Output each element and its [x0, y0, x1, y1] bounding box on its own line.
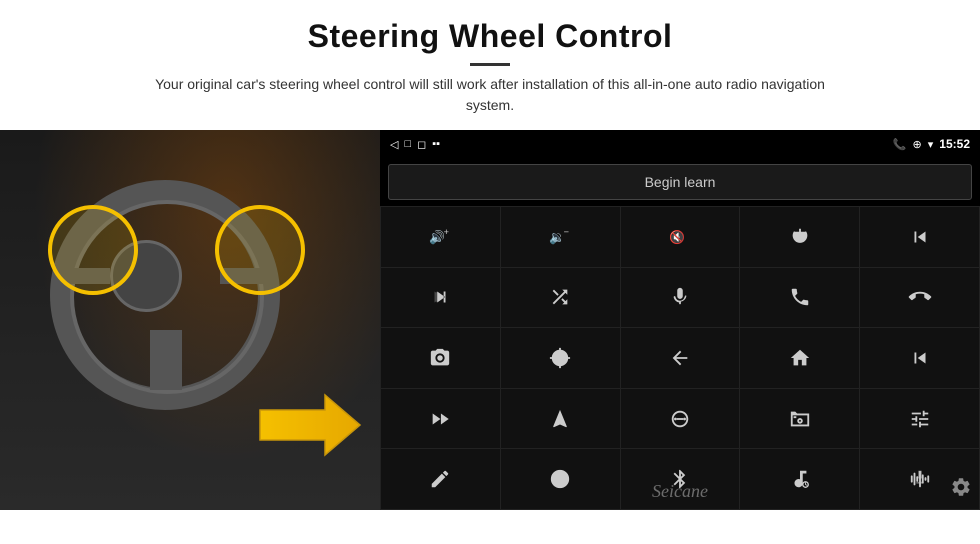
phone-answer-button[interactable] [740, 268, 859, 328]
android-panel: ◁ □ ◻ ▪▪ 📞 ⊕ ▾ 15:52 Begin lear [380, 130, 980, 510]
music-settings-button[interactable] [740, 449, 859, 509]
page-title: Steering Wheel Control [60, 18, 920, 55]
radio-button[interactable] [740, 389, 859, 449]
skip-back-button[interactable] [860, 328, 979, 388]
highlight-right-buttons [215, 205, 305, 295]
camera-button[interactable] [381, 328, 500, 388]
svg-text:+: + [444, 227, 449, 237]
android-panel-wrapper: ◁ □ ◻ ▪▪ 📞 ⊕ ▾ 15:52 Begin lear [380, 130, 980, 510]
equalizer-button[interactable] [621, 389, 740, 449]
power-button[interactable] [740, 207, 859, 267]
shuffle-button[interactable] [501, 268, 620, 328]
phone-end-button[interactable] [860, 268, 979, 328]
spoke-bottom [150, 330, 182, 390]
next-button[interactable] [381, 268, 500, 328]
sliders-button[interactable] [860, 389, 979, 449]
title-divider [470, 63, 510, 66]
highlight-left-buttons [48, 205, 138, 295]
svg-text:−: − [564, 227, 569, 237]
signal-icon: ▪▪ [432, 138, 440, 150]
car-image [0, 130, 380, 510]
begin-learn-row: Begin learn [380, 158, 980, 206]
svg-text:🔉: 🔉 [549, 229, 565, 245]
location-status-icon: ⊕ [913, 138, 922, 151]
recents-nav-icon[interactable]: ◻ [417, 138, 426, 151]
svg-text:🔇: 🔇 [669, 229, 685, 244]
wifi-status-icon: ▾ [928, 138, 934, 151]
controls-grid: 🔊+ 🔉− 🔇 [380, 206, 980, 510]
arrow-indicator [250, 385, 370, 470]
status-time: 15:52 [939, 137, 970, 151]
svg-text:🔊: 🔊 [429, 228, 445, 245]
vol-down-button[interactable]: 🔉− [501, 207, 620, 267]
vol-up-button[interactable]: 🔊+ [381, 207, 500, 267]
fast-forward-button[interactable] [381, 389, 500, 449]
page-container: Steering Wheel Control Your original car… [0, 0, 980, 510]
navigate-button[interactable] [501, 389, 620, 449]
content-area: ◁ □ ◻ ▪▪ 📞 ⊕ ▾ 15:52 Begin lear [0, 130, 980, 510]
status-bar: ◁ □ ◻ ▪▪ 📞 ⊕ ▾ 15:52 [380, 130, 980, 158]
home-nav-icon[interactable]: □ [404, 138, 411, 150]
page-header: Steering Wheel Control Your original car… [0, 0, 980, 126]
back-button[interactable] [621, 328, 740, 388]
circle-dot-button[interactable] [501, 449, 620, 509]
mic-button[interactable] [621, 268, 740, 328]
back-nav-icon[interactable]: ◁ [390, 138, 398, 151]
phone-status-icon: 📞 [893, 138, 907, 151]
status-bar-right: 📞 ⊕ ▾ 15:52 [893, 137, 970, 151]
svg-text:360°: 360° [557, 356, 567, 361]
page-description: Your original car's steering wheel contr… [140, 74, 840, 116]
bluetooth-button[interactable] [621, 449, 740, 509]
status-bar-left: ◁ □ ◻ ▪▪ [390, 138, 440, 151]
home-button[interactable] [740, 328, 859, 388]
pen-button[interactable] [381, 449, 500, 509]
mute-button[interactable]: 🔇 [621, 207, 740, 267]
settings-gear-icon[interactable] [950, 476, 972, 504]
prev-track-button[interactable] [860, 207, 979, 267]
360-view-button[interactable]: 360° [501, 328, 620, 388]
begin-learn-button[interactable]: Begin learn [388, 164, 972, 200]
